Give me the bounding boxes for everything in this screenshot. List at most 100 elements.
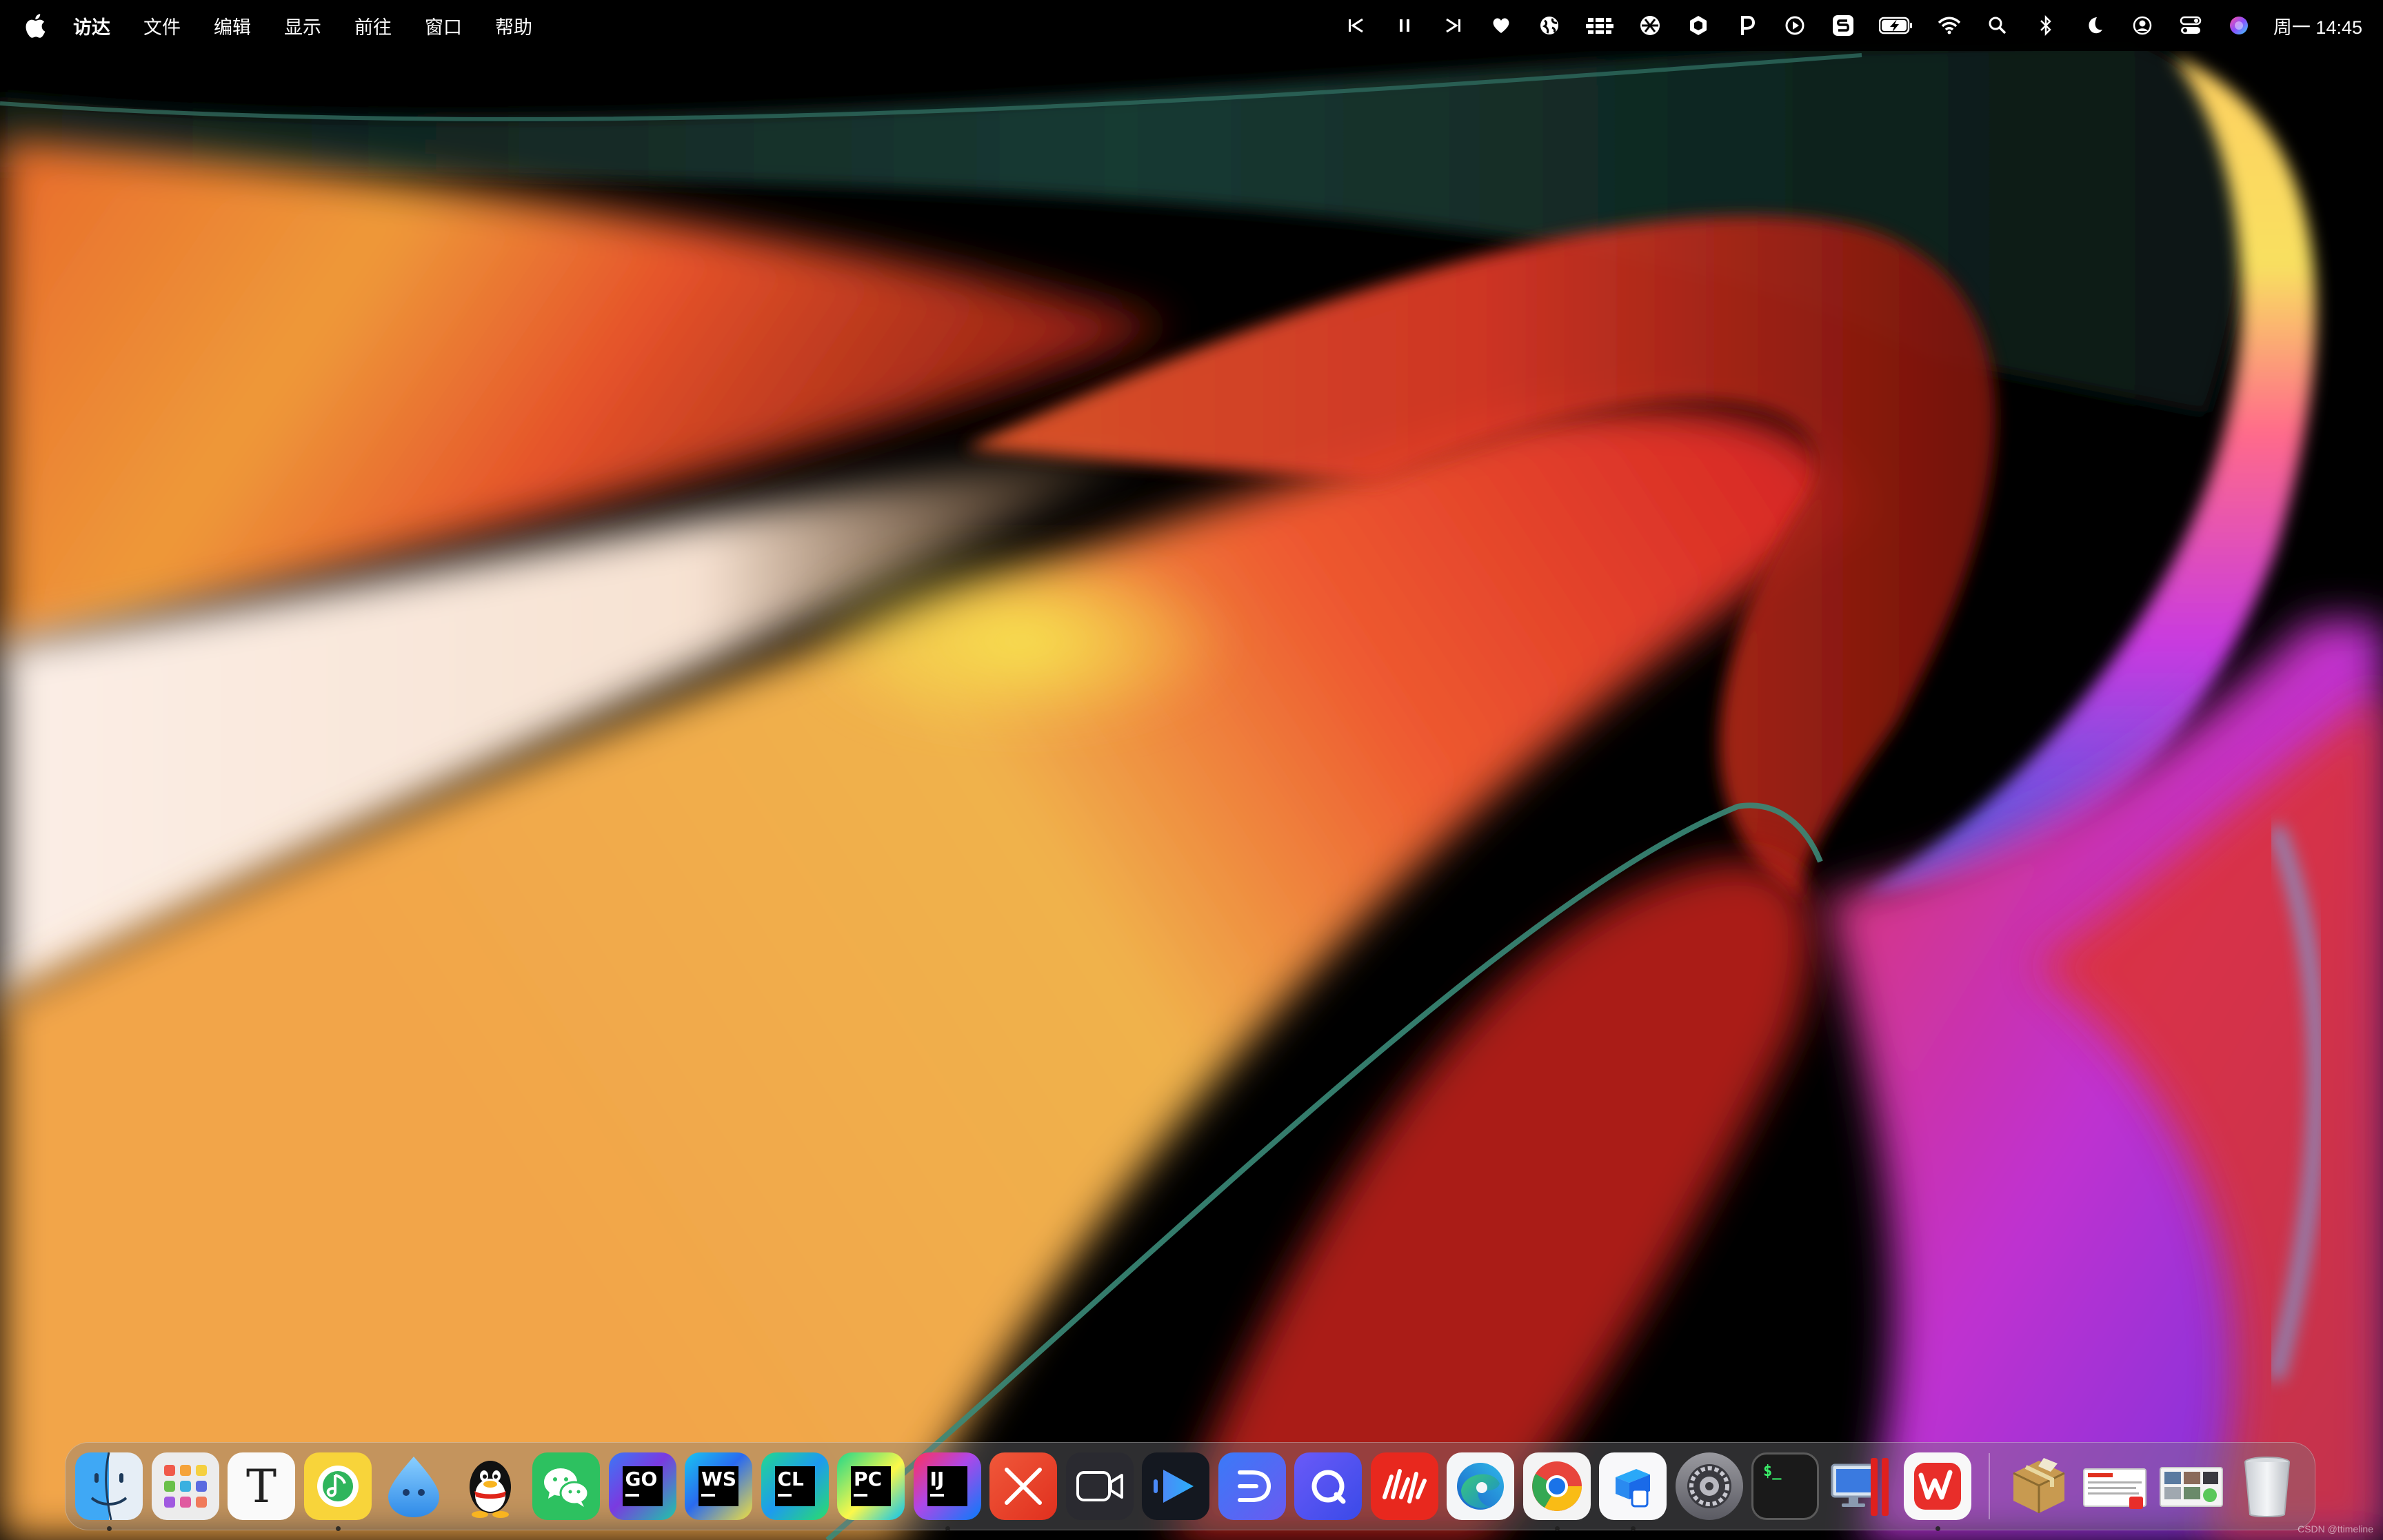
running-indicator [1935, 1526, 1940, 1531]
aperture-icon[interactable] [1638, 12, 1662, 39]
pause-icon[interactable] [1392, 12, 1417, 39]
dock-trash[interactable] [2233, 1452, 2301, 1520]
dock-app-system-settings[interactable] [1675, 1452, 1743, 1520]
terminal-prompt: $_ [1763, 1463, 1782, 1480]
dock-app-qq-music[interactable] [303, 1452, 372, 1531]
dock-app-parallels[interactable] [1828, 1452, 1896, 1520]
intellij-label: IJ [929, 1468, 945, 1490]
play-circle-icon[interactable] [1782, 12, 1807, 39]
chrome-browser-icon [1522, 1452, 1591, 1520]
dock-app-webstorm[interactable]: WS [685, 1452, 752, 1520]
dock-stack-screenshots[interactable] [2158, 1452, 2225, 1520]
webstorm-icon: WS [685, 1452, 752, 1520]
desktop: 访达 文件 编辑 显示 前往 窗口 帮助 周一 14:45 T GO WS CL… [0, 0, 2383, 1540]
dock-separator [1988, 1453, 1990, 1519]
menu-window[interactable]: 窗口 [425, 12, 462, 39]
dock-app-typora[interactable]: T [228, 1452, 295, 1520]
launchpad-icon [151, 1452, 219, 1520]
dock-app-clion[interactable]: CL [761, 1452, 829, 1520]
trash-icon [2233, 1452, 2301, 1520]
menu-bar-clock[interactable]: 周一 14:45 [2273, 12, 2362, 39]
dock: T GO WS CL PC IJ $_ [65, 1442, 2315, 1531]
user-account-icon[interactable] [2130, 12, 2155, 39]
dock-app-video-recorder[interactable] [1065, 1452, 1134, 1520]
typora-icon: T [228, 1452, 295, 1520]
dock-app-pycharm[interactable]: PC [837, 1452, 905, 1520]
bluetooth-icon[interactable] [2033, 12, 2058, 39]
menu-finder[interactable]: 访达 [73, 12, 110, 39]
p-app-icon[interactable] [1734, 12, 1759, 39]
running-indicator [1554, 1526, 1560, 1531]
control-center-icon[interactable] [2178, 12, 2203, 39]
menu-edit[interactable]: 编辑 [214, 12, 251, 39]
menu-file[interactable]: 文件 [143, 12, 181, 39]
spotlight-search-icon[interactable] [1985, 12, 2010, 39]
wps-office-icon [1904, 1452, 1971, 1520]
dock-app-finder[interactable] [75, 1452, 143, 1531]
menu-bar-status-area: 周一 14:45 [1320, 0, 2362, 51]
infuse-play-icon [1142, 1452, 1209, 1520]
dock-app-wps[interactable] [1904, 1452, 1971, 1531]
typora-glyph: T [245, 1459, 277, 1513]
dock-app-qq[interactable] [456, 1452, 524, 1520]
webstorm-underline [701, 1494, 715, 1497]
dock-app-netease-music[interactable] [1370, 1452, 1438, 1520]
finder-icon [75, 1452, 143, 1520]
focus-moon-icon[interactable] [2082, 12, 2107, 39]
edge-browser-icon [1447, 1452, 1514, 1520]
running-indicator [107, 1526, 112, 1531]
dock-app-goland[interactable]: GO [608, 1452, 676, 1520]
video-camera-icon [1065, 1452, 1134, 1520]
webstorm-badge: WS [698, 1466, 738, 1506]
goland-badge: GO [622, 1466, 663, 1506]
wechat-icon [532, 1452, 600, 1520]
netease-music-wave-icon [1370, 1452, 1438, 1520]
menu-go[interactable]: 前往 [354, 12, 392, 39]
lark-d-icon [1218, 1452, 1286, 1520]
pycharm-underline [854, 1494, 867, 1497]
water-drop-app-icon [380, 1452, 448, 1520]
xmind-icon [989, 1452, 1057, 1520]
terminal-icon: $_ [1751, 1452, 1819, 1520]
dock-app-launchpad[interactable] [151, 1452, 219, 1520]
dock-app-intellij[interactable]: IJ [913, 1452, 981, 1531]
goland-label: GO [625, 1468, 658, 1490]
menu-view[interactable]: 显示 [284, 12, 321, 39]
siri-icon[interactable] [2226, 12, 2251, 39]
dock-app-terminal[interactable]: $_ [1751, 1452, 1819, 1520]
dock-app-chrome[interactable] [1522, 1452, 1591, 1531]
clion-badge: CL [774, 1466, 815, 1506]
dock-app-xmind[interactable] [989, 1452, 1057, 1520]
screenshot-thumbnail-icon [2158, 1452, 2225, 1520]
dock-app-tencent-meeting[interactable] [1599, 1452, 1667, 1531]
clion-label: CL [777, 1468, 804, 1490]
dock-app-lark[interactable] [1218, 1452, 1286, 1520]
wallpaper [0, 0, 2383, 1540]
pycharm-badge: PC [851, 1466, 891, 1506]
shield-hex-icon[interactable] [1686, 12, 1711, 39]
battery-charging-icon[interactable] [1878, 12, 1913, 39]
dock-app-wechat[interactable] [532, 1452, 600, 1520]
globe-icon[interactable] [1537, 12, 1562, 39]
heart-icon[interactable] [1489, 12, 1514, 39]
dock-app-loop[interactable] [1294, 1452, 1362, 1520]
running-indicator [1631, 1526, 1636, 1531]
dock-app-water-drop[interactable] [380, 1452, 448, 1520]
intellij-badge: IJ [927, 1466, 967, 1506]
dock-app-edge[interactable] [1447, 1452, 1514, 1520]
menu-help[interactable]: 帮助 [495, 12, 532, 39]
previous-track-icon[interactable] [1344, 12, 1369, 39]
wifi-icon[interactable] [1937, 12, 1962, 39]
intellij-idea-icon: IJ [913, 1452, 981, 1520]
pycharm-icon: PC [837, 1452, 905, 1520]
dock-stack-documents[interactable] [2081, 1452, 2149, 1520]
qq-music-icon [303, 1452, 372, 1520]
menu-bar-left: 访达 文件 编辑 显示 前往 窗口 帮助 [0, 0, 565, 51]
apple-menu-icon[interactable] [23, 12, 47, 39]
bartender-icon[interactable] [1585, 12, 1614, 39]
next-track-icon[interactable] [1440, 12, 1465, 39]
s-app-icon[interactable] [1831, 12, 1856, 39]
installer-package-icon [2005, 1452, 2073, 1520]
dock-app-infuse[interactable] [1142, 1452, 1209, 1520]
dock-stack-downloads[interactable] [2005, 1452, 2073, 1520]
